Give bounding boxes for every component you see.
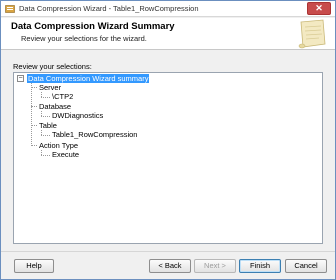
tree-item-table-value[interactable]: Table1_RowCompression: [51, 130, 138, 139]
tree-connector: [31, 125, 37, 126]
finish-button[interactable]: Finish: [239, 259, 281, 273]
cancel-button[interactable]: Cancel: [285, 259, 327, 273]
app-icon: [5, 5, 15, 13]
tree-item-table[interactable]: Table: [38, 121, 58, 130]
tree-connector: [41, 116, 50, 117]
tree-item-label: DWDiagnostics: [52, 111, 104, 120]
tree-item-server[interactable]: Server: [38, 83, 62, 92]
tree-item-label: \CTP2: [52, 92, 74, 101]
tree-connector: [41, 135, 50, 136]
help-button[interactable]: Help: [14, 259, 54, 273]
tree-item-server-value[interactable]: \CTP2: [51, 92, 74, 101]
tree-connector: [31, 145, 37, 146]
tree-item-action-value[interactable]: Execute: [51, 150, 80, 159]
tree-root-label: Data Compression Wizard summary: [27, 74, 150, 83]
window-title: Data Compression Wizard - Table1_RowComp…: [19, 4, 199, 13]
tree-item-action-type[interactable]: Action Type: [38, 141, 79, 150]
title-bar[interactable]: Data Compression Wizard - Table1_RowComp…: [1, 1, 335, 17]
tree-item-label: Table: [39, 121, 57, 130]
back-button[interactable]: < Back: [149, 259, 191, 273]
wizard-window: Data Compression Wizard - Table1_RowComp…: [0, 0, 336, 280]
collapse-icon[interactable]: −: [17, 75, 24, 82]
tree-root[interactable]: Data Compression Wizard summary: [27, 74, 150, 83]
scroll-icon: [298, 19, 326, 49]
tree-item-database[interactable]: Database: [38, 102, 72, 111]
tree-connector: [41, 97, 50, 98]
page-title: Data Compression Wizard Summary: [11, 21, 175, 32]
summary-tree[interactable]: − Data Compression Wizard summary Server…: [13, 72, 323, 244]
next-button[interactable]: Next >: [194, 259, 236, 273]
close-button[interactable]: ✕: [307, 2, 331, 15]
tree-connector: [41, 155, 50, 156]
wizard-header: Data Compression Wizard Summary Review y…: [1, 18, 335, 50]
tree-connector: [31, 87, 37, 88]
page-subtitle: Review your selections for the wizard.: [21, 34, 147, 43]
review-label: Review your selections:: [13, 62, 92, 71]
tree-item-label: Execute: [52, 150, 80, 159]
tree-item-label: Action Type: [39, 141, 79, 150]
tree-item-label: Database: [39, 102, 72, 111]
close-icon: ✕: [315, 3, 323, 13]
tree-item-database-value[interactable]: DWDiagnostics: [51, 111, 104, 120]
tree-connector: [31, 106, 37, 107]
tree-connector: [31, 83, 32, 146]
tree-item-label: Server: [39, 83, 62, 92]
tree-item-label: Table1_RowCompression: [52, 130, 138, 139]
